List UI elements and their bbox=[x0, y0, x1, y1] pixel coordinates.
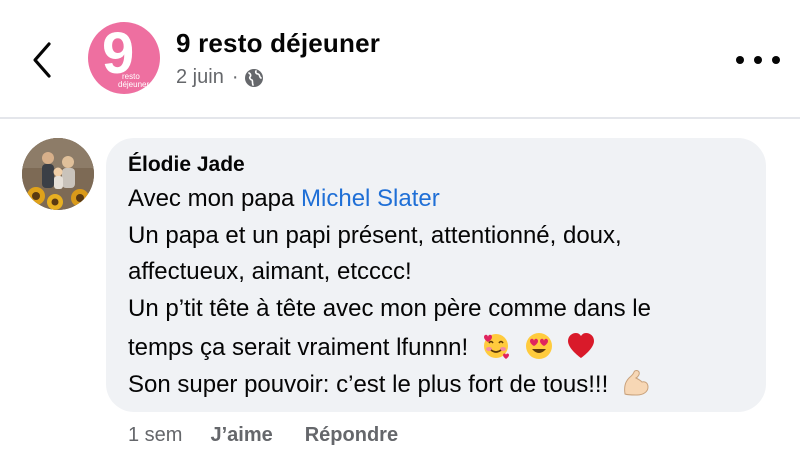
mention-link[interactable]: Michel Slater bbox=[301, 185, 440, 212]
more-dot-icon bbox=[754, 56, 762, 64]
comment-line-2: Un papa et un papi présent, attentionné,… bbox=[128, 222, 622, 249]
more-options-button[interactable] bbox=[736, 48, 780, 72]
page-avatar[interactable]: 9 resto déjeuner bbox=[88, 22, 160, 94]
chevron-left-icon bbox=[33, 42, 51, 78]
back-button[interactable] bbox=[22, 38, 62, 82]
header-divider bbox=[0, 117, 800, 119]
comment-line-3: affectueux, aimant, etcccc! bbox=[128, 258, 412, 285]
avatar-logo-text-2: déjeuner bbox=[118, 80, 150, 89]
meta-separator: · bbox=[231, 66, 239, 88]
avatar-photo bbox=[22, 138, 94, 210]
comment-timestamp[interactable]: 1 sem bbox=[128, 424, 182, 447]
post-date[interactable]: 2 juin bbox=[176, 66, 224, 89]
heart-eyes-emoji bbox=[525, 333, 552, 359]
more-dot-icon bbox=[772, 56, 780, 64]
smiling-face-with-hearts-emoji bbox=[483, 334, 509, 359]
commenter-avatar[interactable] bbox=[22, 138, 94, 210]
page-name[interactable]: 9 resto déjeuner bbox=[176, 28, 380, 59]
comment-author[interactable]: Élodie Jade bbox=[128, 153, 245, 177]
comment-line-5: temps ça serait vraiment lfunnn! bbox=[128, 331, 596, 362]
globe-icon bbox=[245, 68, 264, 87]
reply-button[interactable]: Répondre bbox=[305, 424, 398, 447]
comment-actions: 1 sem J’aime Répondre bbox=[128, 424, 430, 447]
like-button[interactable]: J’aime bbox=[210, 424, 272, 447]
comment-text: temps ça serait vraiment lfunnn! bbox=[128, 334, 469, 361]
flexed-biceps-emoji bbox=[624, 370, 649, 396]
comment-text: Avec mon papa bbox=[128, 185, 302, 212]
more-dot-icon bbox=[736, 56, 744, 64]
red-heart-emoji bbox=[568, 333, 595, 358]
comment-line-1: Avec mon papa Michel Slater bbox=[128, 185, 440, 213]
post-header: 9 resto déjeuner 9 resto déjeuner 2 juin… bbox=[0, 0, 800, 118]
post-meta: 2 juin · bbox=[176, 66, 264, 89]
comment-text: Son super pouvoir: c’est le plus fort de… bbox=[128, 371, 609, 398]
comment-line-4: Un p’tit tête à tête avec mon père comme… bbox=[128, 295, 651, 322]
comment-line-6: Son super pouvoir: c’est le plus fort de… bbox=[128, 368, 651, 399]
